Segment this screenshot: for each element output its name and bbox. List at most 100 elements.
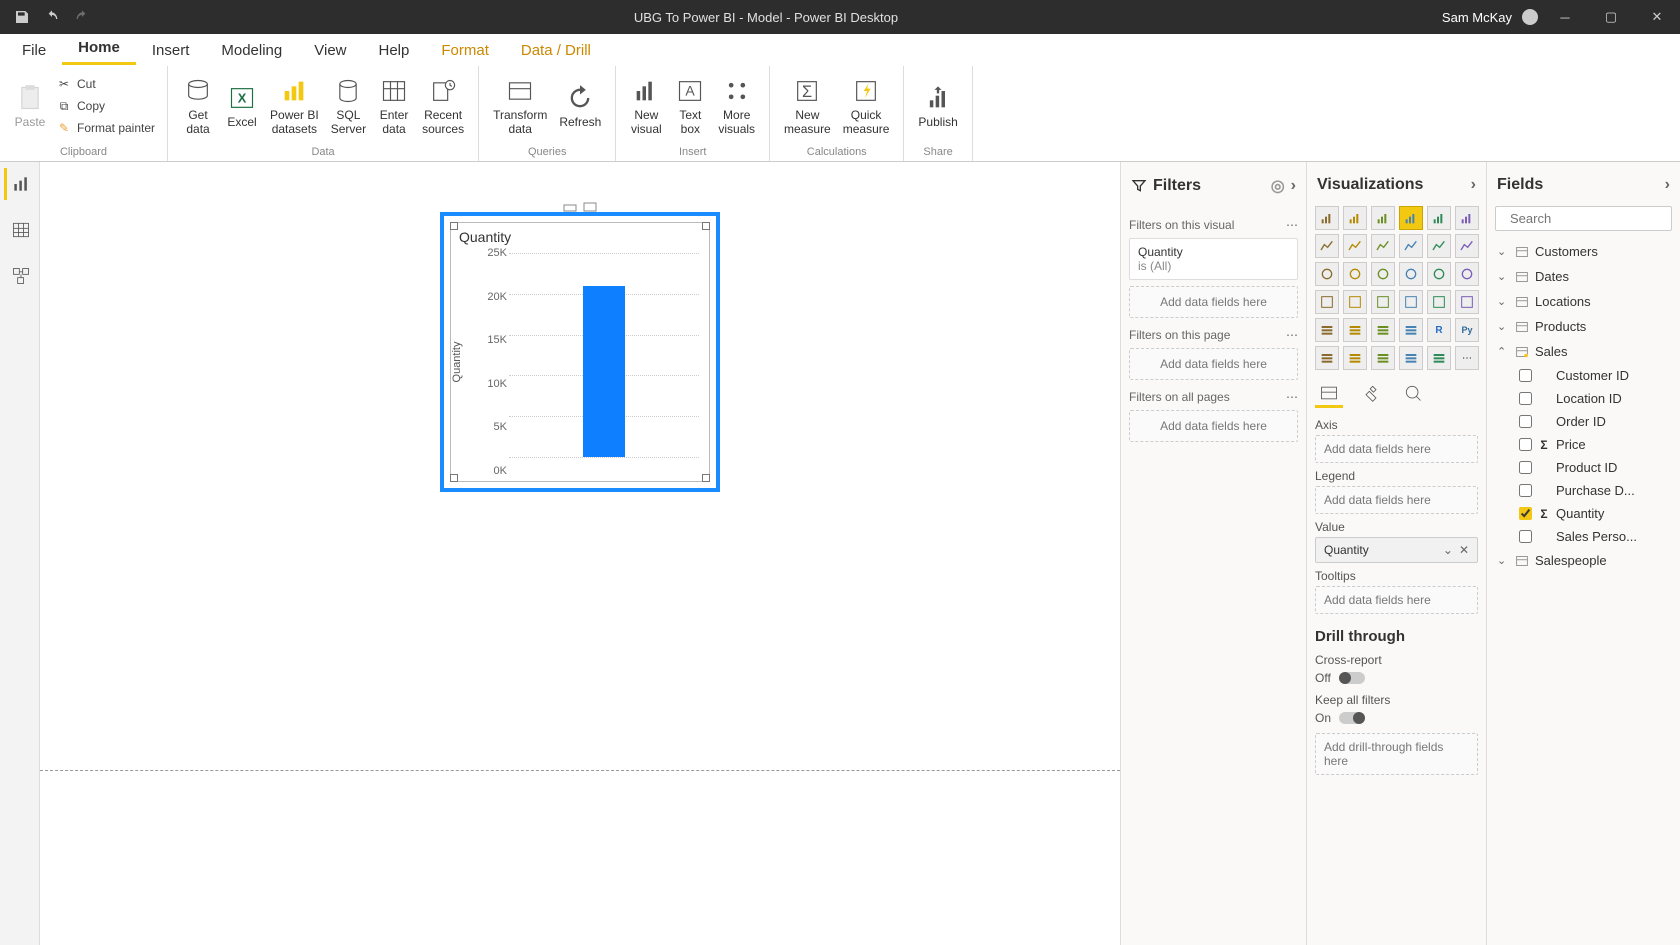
- new-measure-button[interactable]: ΣNew measure: [778, 73, 837, 139]
- table-salespeople[interactable]: ⌄Salespeople: [1495, 548, 1672, 573]
- filter-drop-page[interactable]: Add data fields here: [1129, 348, 1298, 380]
- refresh-button[interactable]: Refresh: [553, 80, 607, 132]
- viz-type-card[interactable]: [1427, 290, 1451, 314]
- tab-view[interactable]: View: [298, 36, 362, 65]
- tab-format[interactable]: Format: [425, 36, 505, 65]
- undo-icon[interactable]: [44, 9, 60, 25]
- value-well[interactable]: Quantity ⌄ ✕: [1315, 537, 1478, 563]
- report-canvas[interactable]: Quantity Quantity 0K5K10K15K20K25K: [40, 162, 1120, 945]
- more-icon[interactable]: ⋯: [1286, 218, 1298, 232]
- legend-well[interactable]: Add data fields here: [1315, 486, 1478, 514]
- table-products[interactable]: ⌄Products: [1495, 314, 1672, 339]
- redo-icon[interactable]: [74, 9, 90, 25]
- tab-file[interactable]: File: [6, 36, 62, 65]
- field-sales-person[interactable]: Sales Perso...: [1517, 525, 1672, 548]
- viz-type-filled-map[interactable]: [1343, 290, 1367, 314]
- viz-type-map[interactable]: [1315, 290, 1339, 314]
- viz-type-donut[interactable]: [1427, 262, 1451, 286]
- viz-type-slicer[interactable]: [1343, 318, 1367, 342]
- minimize-button[interactable]: ─: [1542, 0, 1588, 34]
- viz-type-area[interactable]: [1343, 234, 1367, 258]
- viz-type-shape-map[interactable]: [1371, 290, 1395, 314]
- chevron-down-icon[interactable]: ⌄: [1443, 543, 1453, 557]
- get-data-button[interactable]: Get data: [176, 73, 220, 139]
- viz-type-clustered-bar[interactable]: [1343, 206, 1367, 230]
- cut-button[interactable]: ✂Cut: [52, 74, 159, 94]
- visual-header-icon[interactable]: [583, 202, 597, 212]
- field-order-id[interactable]: Order ID: [1517, 410, 1672, 433]
- visual-header-icon[interactable]: [563, 202, 577, 212]
- table-customers[interactable]: ⌄Customers: [1495, 239, 1672, 264]
- viz-type-gauge[interactable]: [1399, 290, 1423, 314]
- viz-type-pie[interactable]: [1399, 262, 1423, 286]
- format-tab[interactable]: [1357, 380, 1385, 408]
- table-locations[interactable]: ⌄Locations: [1495, 289, 1672, 314]
- field-purchase-date[interactable]: Purchase D...: [1517, 479, 1672, 502]
- more-icon[interactable]: ⋯: [1286, 328, 1298, 342]
- resize-handle[interactable]: [702, 222, 710, 230]
- drill-through-well[interactable]: Add drill-through fields here: [1315, 733, 1478, 775]
- analytics-tab[interactable]: [1399, 380, 1427, 408]
- report-view-button[interactable]: [4, 168, 36, 200]
- text-box-button[interactable]: AText box: [668, 73, 712, 139]
- viz-type-line-column-clustered[interactable]: [1427, 234, 1451, 258]
- tab-data-drill[interactable]: Data / Drill: [505, 36, 607, 65]
- fields-tab[interactable]: [1315, 380, 1343, 408]
- viz-type-power-apps[interactable]: [1427, 346, 1451, 370]
- fields-search[interactable]: [1495, 206, 1672, 231]
- recent-sources-button[interactable]: Recent sources: [416, 73, 470, 139]
- field-customer-id[interactable]: Customer ID: [1517, 364, 1672, 387]
- format-painter-button[interactable]: ✎Format painter: [52, 118, 159, 138]
- save-icon[interactable]: [14, 9, 30, 25]
- viz-type-ribbon[interactable]: [1455, 234, 1479, 258]
- viz-type-decomposition[interactable]: [1343, 346, 1367, 370]
- viz-type-line-column[interactable]: [1399, 234, 1423, 258]
- pbi-datasets-button[interactable]: Power BI datasets: [264, 73, 325, 139]
- viz-type-r-visual[interactable]: R: [1427, 318, 1451, 342]
- field-quantity[interactable]: ΣQuantity: [1517, 502, 1672, 525]
- axis-well[interactable]: Add data fields here: [1315, 435, 1478, 463]
- viz-type-treemap[interactable]: [1455, 262, 1479, 286]
- new-visual-button[interactable]: New visual: [624, 73, 668, 139]
- viz-type-stacked-bar-100[interactable]: [1371, 206, 1395, 230]
- keep-all-filters-toggle[interactable]: [1339, 712, 1365, 724]
- tab-modeling[interactable]: Modeling: [205, 36, 298, 65]
- viz-type-py-visual[interactable]: Py: [1455, 318, 1479, 342]
- tab-help[interactable]: Help: [363, 36, 426, 65]
- viz-type-paginated[interactable]: [1399, 346, 1423, 370]
- collapse-fields-icon[interactable]: ›: [1665, 176, 1670, 194]
- viz-type-funnel[interactable]: [1343, 262, 1367, 286]
- filter-drop-all[interactable]: Add data fields here: [1129, 410, 1298, 442]
- chart-bar[interactable]: [583, 286, 625, 457]
- enter-data-button[interactable]: Enter data: [372, 73, 416, 139]
- field-product-id[interactable]: Product ID: [1517, 456, 1672, 479]
- collapse-viz-icon[interactable]: ›: [1471, 176, 1476, 194]
- close-button[interactable]: ✕: [1634, 0, 1680, 34]
- viz-type-matrix[interactable]: [1399, 318, 1423, 342]
- tooltips-well[interactable]: Add data fields here: [1315, 586, 1478, 614]
- viz-type-key-influencers[interactable]: [1315, 346, 1339, 370]
- visual-selected[interactable]: Quantity Quantity 0K5K10K15K20K25K: [440, 212, 720, 492]
- quick-measure-button[interactable]: Quick measure: [837, 73, 896, 139]
- viz-type-scatter[interactable]: [1371, 262, 1395, 286]
- viz-type-stacked-bar[interactable]: [1315, 206, 1339, 230]
- show-filters-icon[interactable]: ◎: [1271, 176, 1285, 196]
- viz-type-clustered-column[interactable]: [1427, 206, 1451, 230]
- user-avatar-icon[interactable]: [1522, 9, 1538, 25]
- collapse-filters-icon[interactable]: ›: [1291, 177, 1296, 195]
- tab-home[interactable]: Home: [62, 33, 136, 65]
- publish-button[interactable]: Publish: [912, 80, 963, 132]
- table-dates[interactable]: ⌄Dates: [1495, 264, 1672, 289]
- transform-data-button[interactable]: Transform data: [487, 73, 553, 139]
- field-price[interactable]: ΣPrice: [1517, 433, 1672, 456]
- viz-type-qna[interactable]: [1371, 346, 1395, 370]
- viz-type-kpi[interactable]: [1315, 318, 1339, 342]
- resize-handle[interactable]: [450, 222, 458, 230]
- user-name[interactable]: Sam McKay: [1442, 10, 1512, 25]
- more-icon[interactable]: ⋯: [1286, 390, 1298, 404]
- remove-field-icon[interactable]: ✕: [1459, 543, 1469, 557]
- excel-button[interactable]: XExcel: [220, 80, 264, 132]
- viz-type-multi-row-card[interactable]: [1455, 290, 1479, 314]
- viz-type-stacked-column[interactable]: [1399, 206, 1423, 230]
- viz-type-more[interactable]: ⋯: [1455, 346, 1479, 370]
